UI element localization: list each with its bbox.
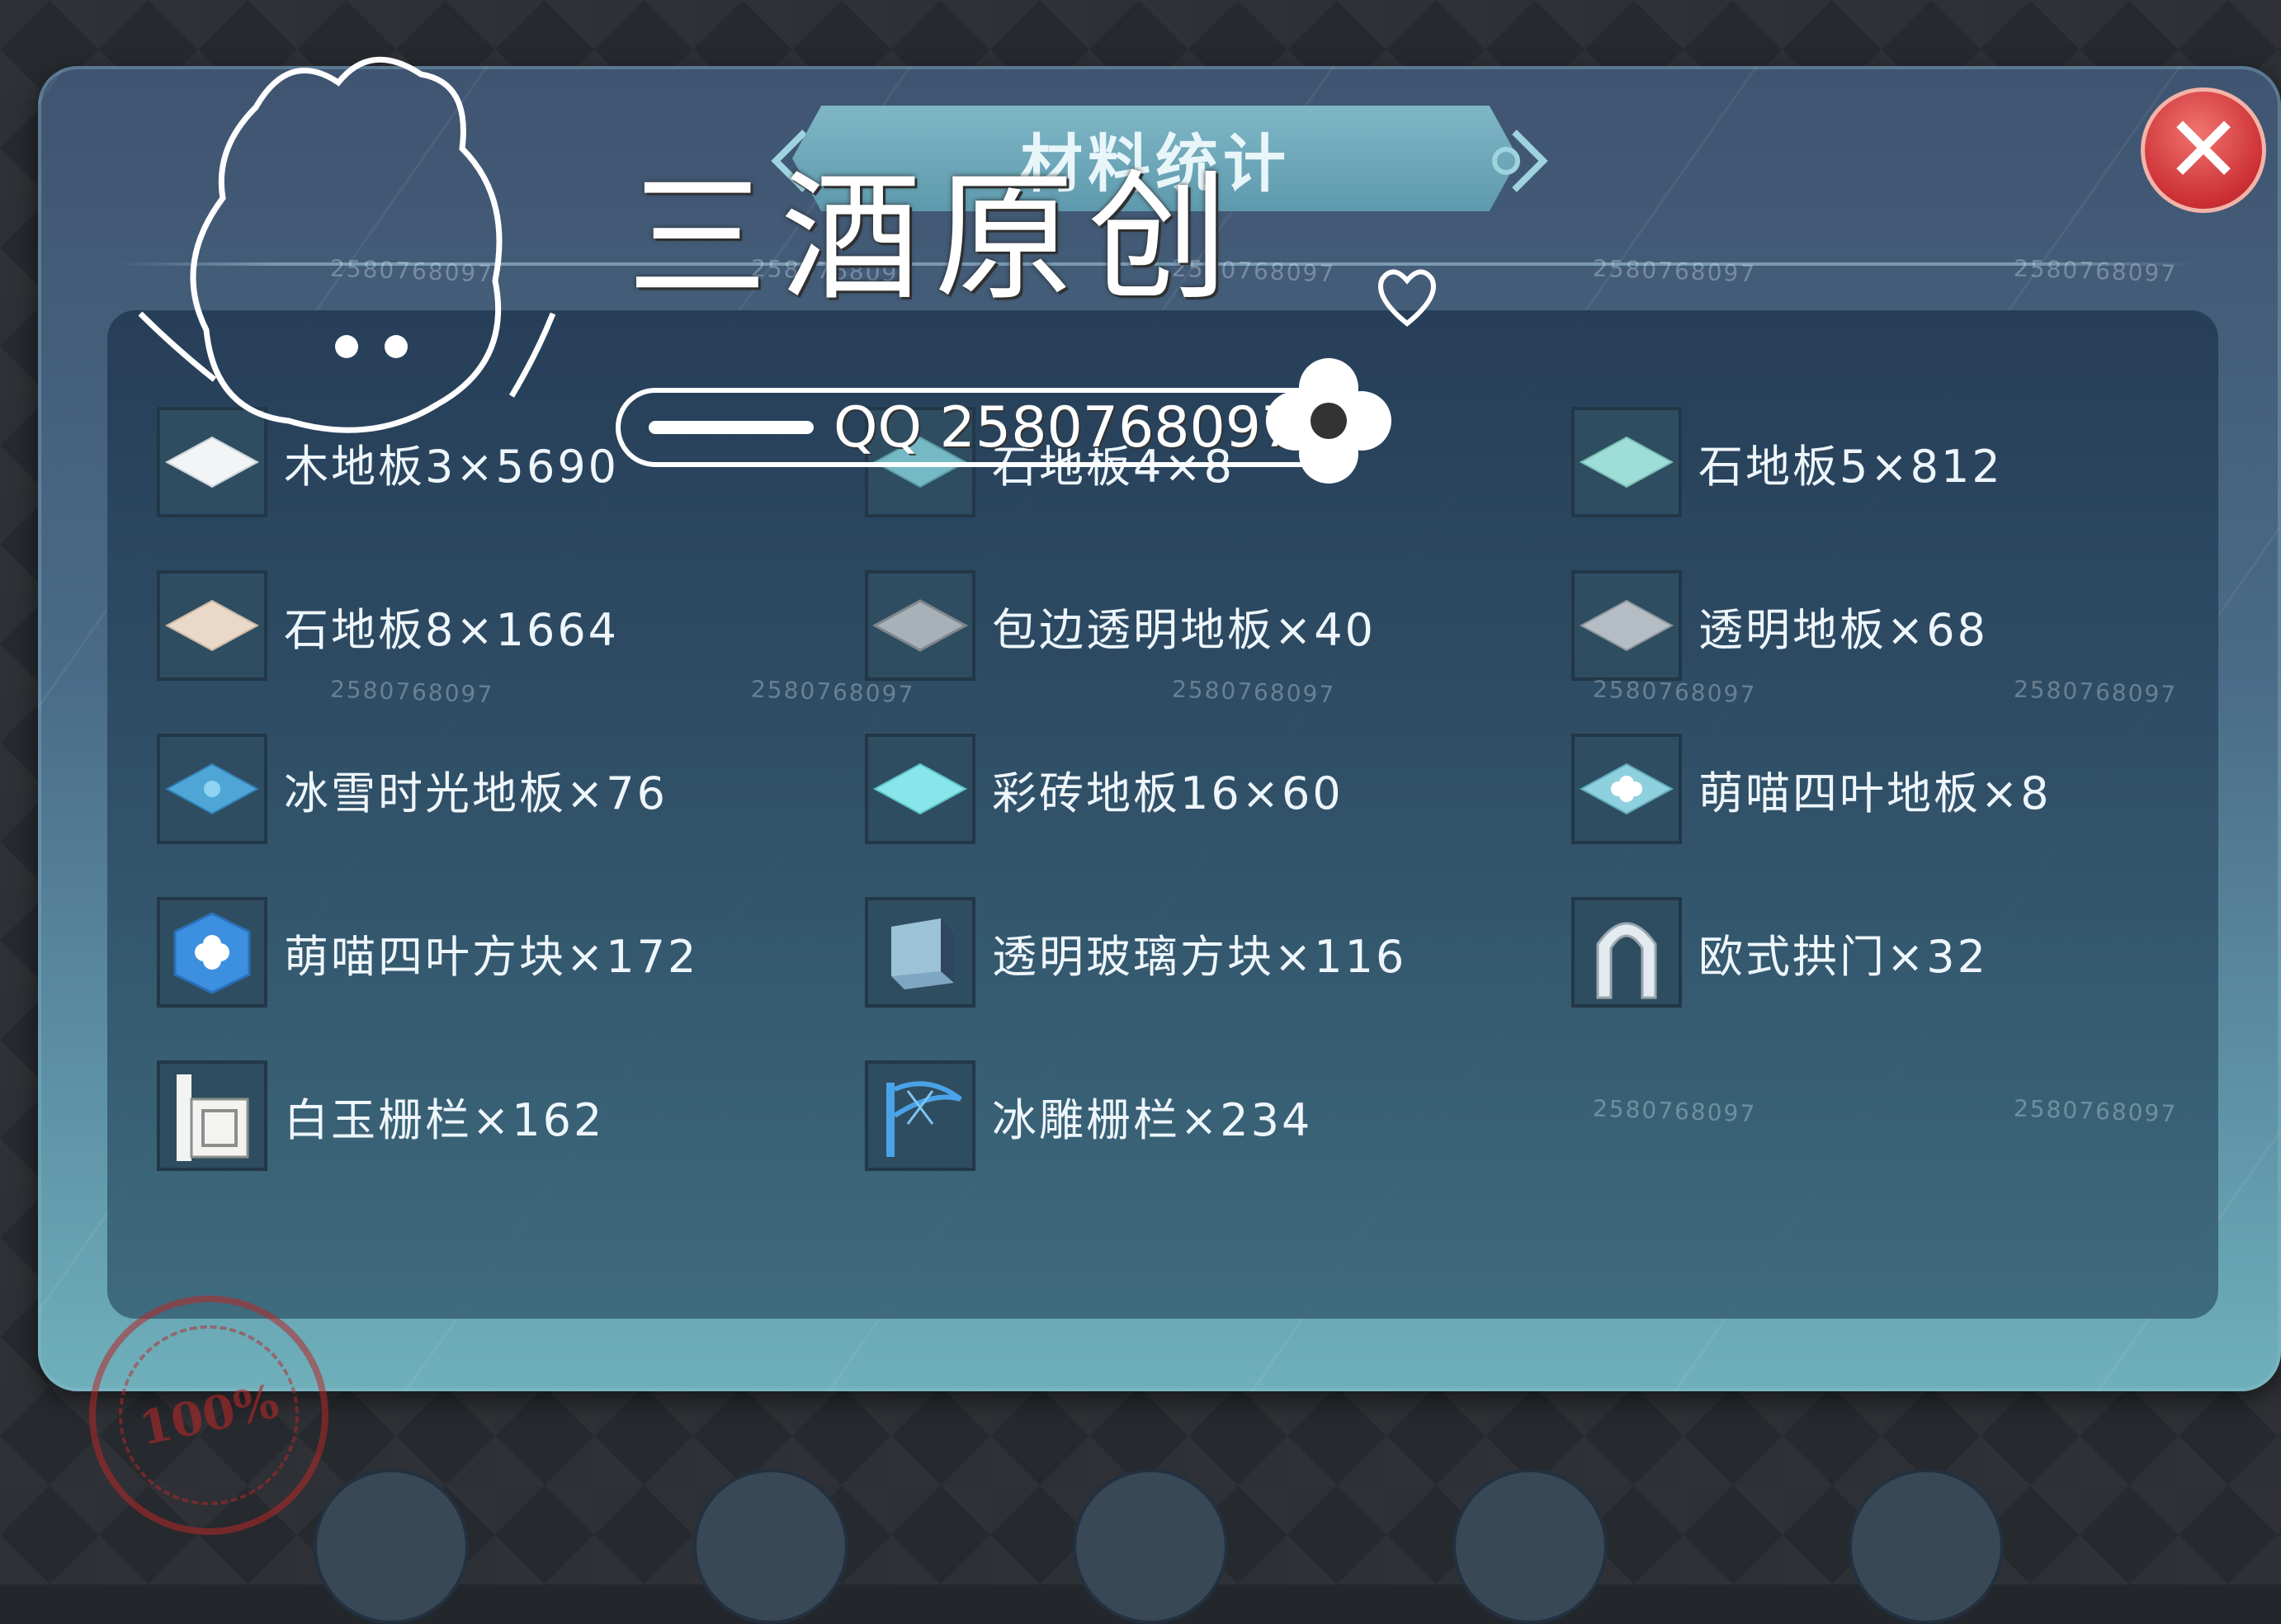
stone-floor-icon	[157, 570, 267, 681]
materials-grid: 木地板3×5690 石地板4×8 石地板5×812 石地板8×1664 包边透明…	[157, 404, 2137, 1197]
material-label: 石地板5×812	[1698, 440, 2003, 493]
glass-block-icon	[865, 897, 975, 1008]
material-item: 彩砖地板16×60	[865, 731, 1344, 847]
ice-floor-icon	[157, 734, 267, 844]
ice-fence-icon	[865, 1060, 975, 1171]
more-slot[interactable]	[1849, 1469, 2004, 1624]
toolbar-slot[interactable]	[314, 1469, 469, 1624]
material-label: 萌喵四叶地板×8	[1698, 767, 2052, 819]
material-label: 石地板8×1664	[284, 603, 620, 656]
material-label: 彩砖地板16×60	[992, 767, 1344, 819]
clover-floor-icon	[1571, 734, 1682, 844]
material-label: 透明玻璃方块×116	[992, 930, 1407, 983]
material-item: 白玉栅栏×162	[157, 1058, 604, 1173]
stone-floor-icon	[1571, 407, 1682, 517]
glass-floor-icon	[865, 570, 975, 681]
material-item: 欧式拱门×32	[1571, 895, 1988, 1010]
material-item: 冰雕栅栏×234	[865, 1058, 1312, 1173]
material-item: 萌喵四叶地板×8	[1571, 731, 2052, 847]
watermark-text: 2580768097	[2013, 254, 2178, 288]
material-item: 石地板5×812	[1571, 404, 2003, 520]
close-button[interactable]: ✕	[2141, 87, 2266, 213]
clover-block-icon	[157, 897, 267, 1008]
material-label: 透明地板×68	[1698, 603, 1988, 656]
toolbar-slot[interactable]	[1452, 1469, 1608, 1624]
stamp-center: 100%	[102, 1308, 316, 1522]
jade-fence-icon	[157, 1060, 267, 1171]
material-item: 透明地板×68	[1571, 568, 1988, 683]
toolbar-slot[interactable]	[1073, 1469, 1228, 1624]
close-icon: ✕	[2165, 97, 2242, 204]
qq-label: QQ 2580768097	[834, 394, 1297, 460]
tile-floor-icon	[865, 734, 975, 844]
watermark-text: 2580768097	[1592, 675, 1757, 709]
watermark-text: 2580768097	[1171, 675, 1336, 709]
watermark-text: 2580768097	[2013, 1094, 2178, 1128]
material-item: 萌喵四叶方块×172	[157, 895, 698, 1010]
glass-floor-icon	[1571, 570, 1682, 681]
heart-doodle-icon	[1378, 269, 1436, 327]
toolbar-slot[interactable]	[693, 1469, 848, 1624]
qq-watermark-pill: QQ 2580768097	[616, 388, 1342, 467]
watermark-text: 2580768097	[329, 675, 494, 709]
arch-door-icon	[1571, 897, 1682, 1008]
pill-bar	[649, 421, 814, 434]
material-item: 包边透明地板×40	[865, 568, 1376, 683]
material-label: 包边透明地板×40	[992, 603, 1376, 656]
watermark-text: 2580768097	[1592, 254, 1757, 288]
material-item: 透明玻璃方块×116	[865, 895, 1406, 1010]
bunny-doodle-icon	[138, 56, 556, 433]
watermark-text: 2580768097	[750, 675, 915, 709]
material-item: 石地板8×1664	[157, 568, 619, 683]
title-right-ornament-icon	[1492, 130, 1548, 192]
material-label: 欧式拱门×32	[1698, 930, 1988, 983]
material-label: 白玉栅栏×162	[284, 1093, 605, 1146]
material-label: 冰雪时光地板×76	[284, 767, 668, 819]
watermark-text: 2580768097	[1592, 1094, 1757, 1128]
material-item: 冰雪时光地板×76	[157, 731, 668, 847]
watermark-text: 2580768097	[2013, 675, 2178, 709]
material-label: 冰雕栅栏×234	[992, 1093, 1313, 1146]
material-label: 萌喵四叶方块×172	[284, 930, 699, 983]
overlay-watermark-title: 三酒原创	[627, 157, 1242, 320]
flower-doodle-icon	[1266, 358, 1391, 484]
